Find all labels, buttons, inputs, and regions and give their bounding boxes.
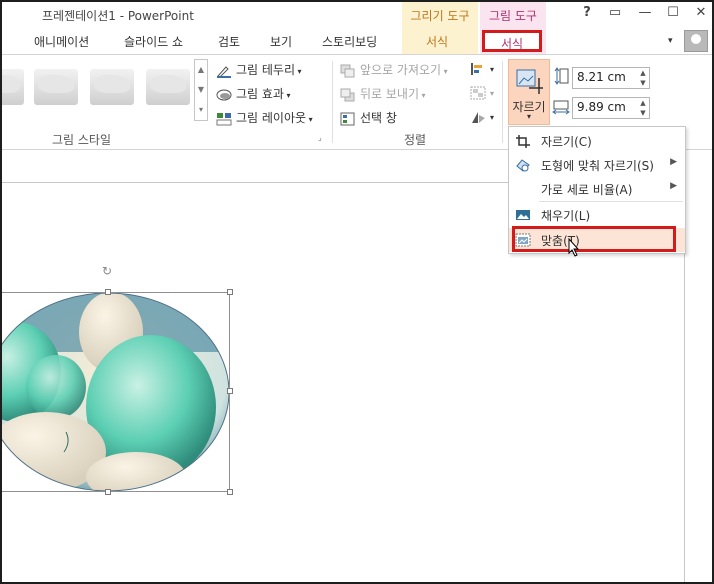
gallery-down-icon[interactable]: ▼ — [195, 80, 207, 100]
menu-item-label: 채우기(L) — [541, 209, 591, 223]
maximize-button[interactable]: ☐ — [660, 5, 686, 25]
style-gallery-item[interactable] — [34, 69, 78, 105]
tab-slideshow[interactable]: 슬라이드 쇼 — [124, 33, 183, 50]
pen-icon — [216, 64, 232, 78]
context-tab-picture-tools: 그림 도구 — [480, 2, 546, 28]
group-icon — [470, 86, 486, 100]
mouse-cursor-icon — [568, 238, 580, 257]
resize-handle[interactable] — [105, 289, 111, 295]
send-backward-icon — [340, 88, 356, 102]
crop-shape-icon — [515, 158, 531, 172]
tab-picture-format[interactable]: 서식 — [482, 30, 542, 52]
rotate-icon — [470, 110, 486, 124]
selection-pane-label: 선택 창 — [360, 111, 397, 125]
resize-handle[interactable] — [227, 489, 233, 495]
picture-layout-label: 그림 레이아웃 — [236, 111, 307, 125]
submenu-arrow-icon: ▶ — [670, 157, 677, 167]
menu-item-fill[interactable]: 채우기(L) — [509, 203, 685, 227]
gallery-up-icon[interactable]: ▲ — [195, 60, 207, 80]
close-button[interactable]: ✕ — [688, 5, 712, 25]
rotate-button[interactable]: ▾ — [470, 109, 494, 124]
group-label-arrange: 정렬 — [404, 133, 427, 147]
style-gallery-item[interactable] — [90, 69, 134, 105]
picture-effects-label: 그림 효과 — [236, 87, 284, 101]
avatar[interactable] — [684, 30, 708, 52]
context-tab-drawing-tools: 그리기 도구 — [402, 2, 478, 28]
resize-handle[interactable] — [105, 489, 111, 495]
help-button[interactable]: ? — [574, 5, 600, 25]
picture-border-label: 그림 테두리 — [236, 63, 296, 77]
resize-handle[interactable] — [227, 289, 233, 295]
tab-view[interactable]: 보기 — [270, 33, 292, 50]
minimize-button[interactable]: — — [632, 5, 658, 25]
align-button[interactable]: ▾ — [470, 61, 494, 76]
height-value: 8.21 cm — [577, 70, 626, 84]
rotate-handle-icon[interactable]: ↻ — [102, 264, 114, 278]
crop-button[interactable]: 자르기 ▾ — [508, 59, 550, 125]
menu-item-label: 도형에 맞춰 자르기(S) — [541, 159, 654, 173]
style-gallery-item[interactable] — [146, 69, 190, 105]
dialog-launcher-icon[interactable]: ⌟ — [318, 133, 322, 142]
shape-height-icon — [554, 67, 569, 85]
style-gallery-item[interactable] — [2, 69, 24, 105]
fill-icon — [515, 208, 531, 222]
height-spinner[interactable]: ▲ ▼ — [637, 68, 649, 88]
group-divider — [502, 61, 503, 143]
resize-handle[interactable] — [227, 388, 233, 394]
group-divider — [332, 61, 333, 143]
menu-item-label: 자르기(C) — [541, 135, 592, 149]
picture-border-button[interactable]: 그림 테두리 ▾ — [216, 61, 302, 78]
bring-forward-label: 앞으로 가져오기 — [360, 63, 442, 77]
crop-dropdown-icon: ▾ — [526, 112, 531, 121]
vertical-scrollbar[interactable] — [685, 182, 712, 582]
ribbon-display-options-button[interactable]: ▭ — [602, 5, 628, 25]
powerpoint-window: 프레젠테이션1 - PowerPoint 그리기 도구 그림 도구 ? ▭ — … — [0, 0, 714, 584]
shape-width-icon — [552, 100, 570, 115]
menu-item-label: 가로 세로 비율(A) — [541, 183, 633, 197]
width-input[interactable]: 9.89 cm ▲ ▼ — [572, 97, 650, 119]
gallery-scrollbar[interactable]: ▲ ▼ ▾ — [194, 59, 208, 121]
height-input[interactable]: 8.21 cm ▲ ▼ — [572, 67, 650, 89]
layout-icon — [216, 112, 232, 126]
menu-divider — [539, 201, 683, 202]
gallery-more-icon[interactable]: ▾ — [195, 100, 207, 120]
crop-picture-icon — [516, 69, 543, 94]
bring-forward-icon — [340, 64, 356, 78]
group-label-picture-styles: 그림 스타일 — [52, 133, 112, 147]
send-backward-label: 뒤로 보내기 — [360, 87, 420, 101]
crop-icon — [515, 134, 531, 148]
group-button[interactable]: ▾ — [470, 85, 494, 100]
selection-pane-icon — [340, 112, 356, 126]
submenu-arrow-icon: ▶ — [670, 181, 677, 191]
picture-layout-button[interactable]: 그림 레이아웃 ▾ — [216, 109, 313, 126]
width-value: 9.89 cm — [577, 100, 626, 114]
selection-box — [2, 292, 230, 492]
align-icon — [470, 62, 486, 76]
picture-effects-button[interactable]: 그림 효과 ▾ — [216, 85, 291, 102]
tab-drawing-format[interactable]: 서식 — [426, 33, 448, 50]
menu-item-aspect-ratio[interactable]: 가로 세로 비율(A) ▶ — [509, 177, 685, 201]
menu-item-crop-to-shape[interactable]: 도형에 맞춰 자르기(S) ▶ — [509, 153, 685, 177]
tab-animations[interactable]: 애니메이션 — [34, 33, 89, 50]
effects-icon — [216, 88, 232, 102]
fit-highlight-box — [512, 226, 676, 252]
width-spinner[interactable]: ▲ ▼ — [637, 98, 649, 118]
tab-storyboarding[interactable]: 스토리보딩 — [322, 33, 377, 50]
collapse-ribbon-icon[interactable]: ▾ — [668, 36, 673, 46]
window-title: 프레젠테이션1 - PowerPoint — [42, 9, 194, 23]
ribbon-tabs: 애니메이션 슬라이드 쇼 검토 보기 스토리보딩 서식 서식 ▾ — [2, 28, 712, 54]
tab-review[interactable]: 검토 — [218, 33, 240, 50]
selection-pane-button[interactable]: 선택 창 — [340, 109, 397, 126]
bring-forward-button[interactable]: 앞으로 가져오기 ▾ — [340, 61, 448, 78]
menu-item-crop[interactable]: 자르기(C) — [509, 129, 685, 153]
send-backward-button[interactable]: 뒤로 보내기 ▾ — [340, 85, 426, 102]
title-bar: 프레젠테이션1 - PowerPoint 그리기 도구 그림 도구 ? ▭ — … — [2, 2, 712, 28]
